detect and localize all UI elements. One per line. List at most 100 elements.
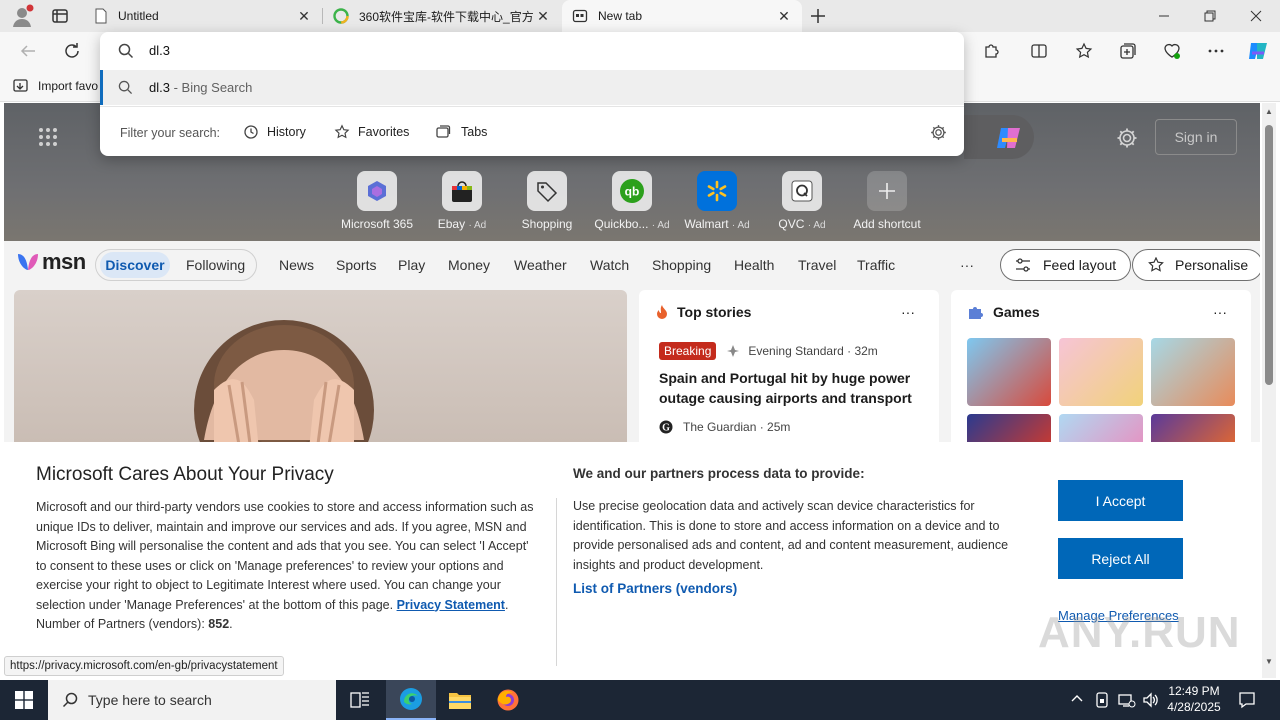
close-tab-icon[interactable]: ✕ <box>776 8 792 24</box>
filter-favorites-button[interactable]: Favorites <box>334 124 409 140</box>
nav-health[interactable]: Health <box>734 257 774 273</box>
extensions-icon[interactable] <box>975 35 1007 67</box>
profile-avatar[interactable] <box>10 4 34 28</box>
list-of-partners-link[interactable]: List of Partners (vendors) <box>573 581 737 596</box>
settings-gear-icon[interactable] <box>1116 127 1138 149</box>
nav-play[interactable]: Play <box>398 257 425 273</box>
ad-label: · Ad <box>807 220 826 231</box>
taskbar-search-box[interactable]: Type here to search <box>48 680 336 720</box>
shortcut-label: Quickbo... <box>594 217 649 231</box>
nav-watch[interactable]: Watch <box>590 257 629 273</box>
game-tile[interactable] <box>1151 338 1235 406</box>
notifications-icon[interactable] <box>1238 691 1256 709</box>
reject-all-button[interactable]: Reject All <box>1058 538 1183 579</box>
shortcut-shopping[interactable]: Shopping <box>508 171 586 231</box>
guardian-icon: G <box>659 420 673 434</box>
favorites-star-icon[interactable] <box>1068 35 1100 67</box>
scroll-up-icon[interactable]: ▲ <box>1265 107 1273 116</box>
page-scrollbar[interactable]: ▲ ▼ <box>1262 103 1276 678</box>
copilot-search-icon[interactable] <box>994 123 1024 153</box>
import-favorites-button[interactable]: Import favo <box>12 76 98 96</box>
shortcut-label: Shopping <box>521 217 573 231</box>
suggestion-bing-search[interactable]: dl.3 - Bing Search <box>100 70 964 105</box>
nav-more-icon[interactable]: ··· <box>960 257 974 273</box>
network-icon[interactable] <box>1118 692 1136 708</box>
split-screen-icon[interactable] <box>1023 35 1055 67</box>
nav-news[interactable]: News <box>279 257 314 273</box>
sign-in-button[interactable]: Sign in <box>1155 119 1237 155</box>
tab-untitled[interactable]: Untitled ✕ <box>84 0 322 32</box>
game-tile[interactable] <box>1059 338 1143 406</box>
feed-layout-button[interactable]: Feed layout <box>1000 249 1132 281</box>
story-source: The Guardian · 25m <box>683 420 791 434</box>
address-input[interactable]: dl.3 <box>149 43 170 58</box>
windows-taskbar: Type here to search 12:49 PM 4/28/2025 <box>0 680 1280 720</box>
story-headline[interactable]: Spain and Portugal hit by huge power out… <box>659 368 921 408</box>
game-tile[interactable] <box>967 338 1051 406</box>
filter-history-button[interactable]: History <box>243 124 306 140</box>
nav-traffic[interactable]: Traffic <box>857 257 895 273</box>
personalise-button[interactable]: Personalise <box>1132 249 1260 281</box>
task-view-button[interactable] <box>336 680 384 720</box>
games-puzzle-icon <box>969 307 983 319</box>
nav-sports[interactable]: Sports <box>336 257 376 273</box>
show-hidden-icons[interactable] <box>1070 692 1084 706</box>
filter-tabs-button[interactable]: Tabs <box>435 124 487 140</box>
volume-icon[interactable] <box>1142 692 1160 708</box>
copilot-icon[interactable] <box>1242 35 1274 67</box>
back-button[interactable] <box>12 35 44 67</box>
close-tab-icon[interactable]: ✕ <box>296 8 312 24</box>
tab-discover[interactable]: Discover <box>100 252 170 278</box>
msn-logo[interactable]: msn <box>16 249 86 275</box>
nav-weather[interactable]: Weather <box>514 257 567 273</box>
shopping-tag-icon <box>527 171 567 211</box>
shortcut-quickbooks[interactable]: qb Quickbo... · Ad <box>593 171 671 231</box>
refresh-button[interactable] <box>56 35 88 67</box>
top-stories-more-icon[interactable]: ··· <box>901 304 915 320</box>
status-url: https://privacy.microsoft.com/en-gb/priv… <box>4 656 284 676</box>
scrollbar-thumb[interactable] <box>1265 125 1273 385</box>
taskbar-firefox[interactable] <box>484 680 532 720</box>
shortcut-qvc[interactable]: QVC · Ad <box>763 171 841 231</box>
tab-360[interactable]: 360软件宝库-软件下载中心_官方 ✕ <box>323 0 561 32</box>
taskbar-edge[interactable] <box>386 680 436 720</box>
taskbar-file-explorer[interactable] <box>436 680 484 720</box>
games-more-icon[interactable]: ··· <box>1213 304 1227 320</box>
start-button[interactable] <box>0 680 48 720</box>
nav-travel[interactable]: Travel <box>798 257 836 273</box>
close-window-button[interactable] <box>1233 0 1279 32</box>
consent-divider <box>556 498 557 666</box>
story-meta-2: G The Guardian · 25m <box>659 420 790 434</box>
sliders-icon <box>1016 258 1030 272</box>
browser-essentials-icon[interactable] <box>1156 35 1188 67</box>
tab-discover-label: Discover <box>105 257 165 273</box>
privacy-statement-link[interactable]: Privacy Statement <box>397 598 505 612</box>
tab-following[interactable]: Following <box>186 257 245 273</box>
shortcut-microsoft-365[interactable]: Microsoft 365 <box>338 171 416 231</box>
tray-device-icon[interactable] <box>1094 691 1110 709</box>
shortcut-walmart[interactable]: Walmart · Ad <box>678 171 756 231</box>
personalise-label: Personalise <box>1175 257 1249 273</box>
hero-story-card[interactable] <box>14 290 627 450</box>
more-menu-icon[interactable] <box>1200 35 1232 67</box>
tab-actions-icon[interactable] <box>50 6 70 26</box>
tab-new-tab[interactable]: New tab ✕ <box>562 0 802 32</box>
scroll-down-icon[interactable]: ▼ <box>1265 657 1273 666</box>
hero-story-image <box>194 320 374 450</box>
nav-shopping[interactable]: Shopping <box>652 257 711 273</box>
apps-launcher-icon[interactable] <box>38 127 58 147</box>
shortcut-add[interactable]: Add shortcut <box>848 171 926 231</box>
clock[interactable]: 12:49 PM 4/28/2025 <box>1164 683 1224 715</box>
search-settings-gear-icon[interactable] <box>930 124 947 141</box>
accept-button[interactable]: I Accept <box>1058 480 1183 521</box>
firefox-icon <box>497 689 519 711</box>
suggestion-suffix: - Bing Search <box>169 80 253 95</box>
tab-title: New tab <box>598 9 643 23</box>
minimize-button[interactable] <box>1141 0 1187 32</box>
collections-icon[interactable] <box>1112 35 1144 67</box>
new-tab-button[interactable] <box>808 6 828 26</box>
shortcut-ebay[interactable]: Ebay · Ad <box>423 171 501 231</box>
restore-button[interactable] <box>1187 0 1233 32</box>
nav-money[interactable]: Money <box>448 257 490 273</box>
close-tab-icon[interactable]: ✕ <box>535 8 551 24</box>
